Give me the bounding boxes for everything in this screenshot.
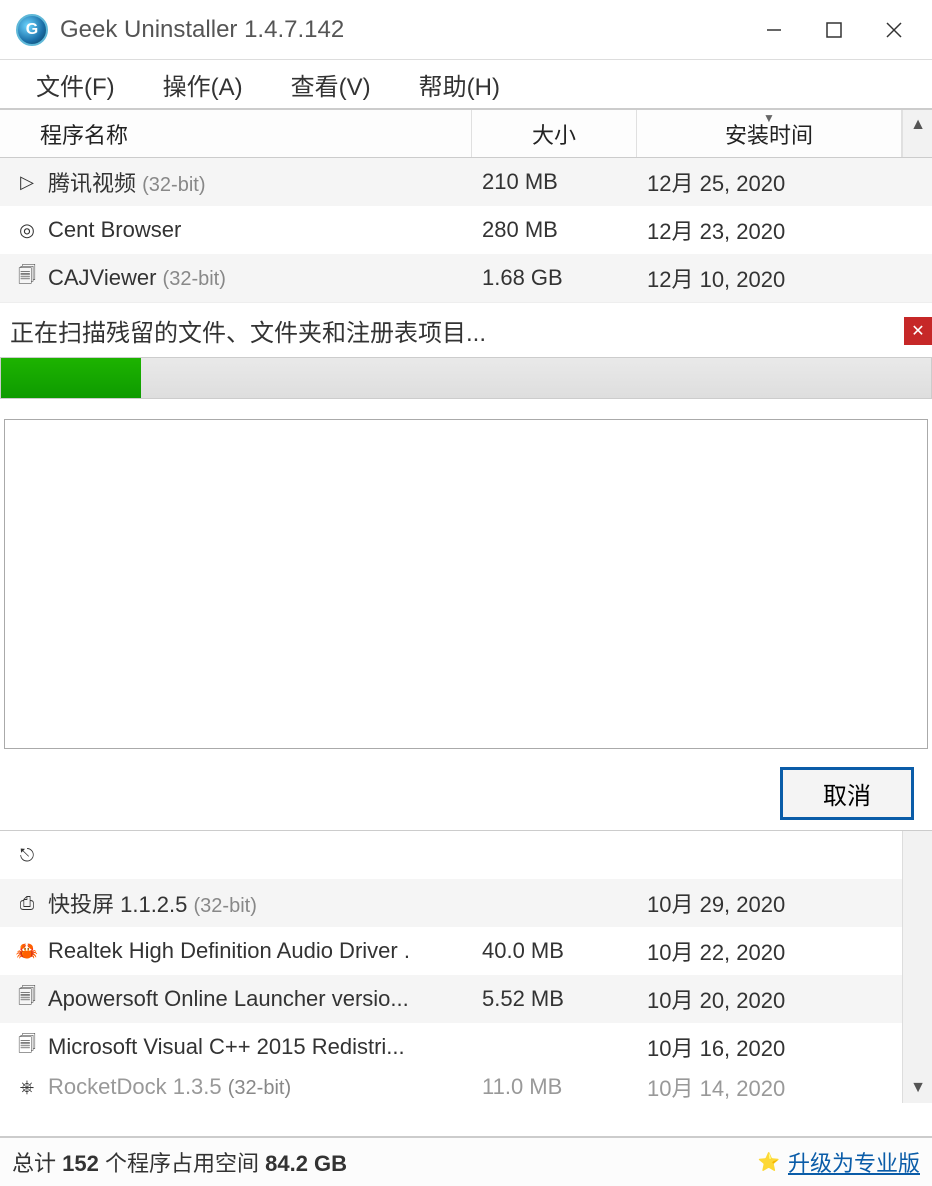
- star-icon: ⭐: [758, 1152, 780, 1173]
- realtek-icon: 🦀: [13, 937, 41, 965]
- row-name: 快投屏 1.1.2.5 (32-bit): [44, 887, 472, 919]
- window-title: Geek Uninstaller 1.4.7.142: [60, 16, 744, 44]
- row-size: 280 MB: [472, 217, 637, 243]
- msvc-icon: 🗐: [13, 1033, 41, 1061]
- row-size: 5.52 MB: [472, 986, 637, 1012]
- row-date: 12月 10, 2020: [637, 262, 902, 294]
- table-row[interactable]: ⎋: [0, 831, 932, 879]
- cast-icon: ⎙: [13, 889, 41, 917]
- program-list-bottom: ⎋ ⎙快投屏 1.1.2.5 (32-bit) 10月 29, 2020 🦀Realt…: [0, 830, 932, 1103]
- row-icon-cell: ⎙: [0, 889, 44, 917]
- progress-bar: [0, 357, 932, 399]
- cent-icon: ◎: [13, 216, 41, 244]
- cancel-button[interactable]: 取消: [780, 767, 914, 820]
- col-header-name[interactable]: 程序名称: [0, 110, 472, 157]
- scroll-up-icon: ▲: [903, 110, 932, 140]
- table-row[interactable]: ⎙快投屏 1.1.2.5 (32-bit) 10月 29, 2020: [0, 879, 932, 927]
- row-name: Realtek High Definition Audio Driver .: [44, 938, 472, 964]
- app-icon: G: [16, 14, 48, 46]
- row-icon-cell: 🗐: [0, 985, 44, 1013]
- table-row[interactable]: ▷腾讯视频 (32-bit)210 MB12月 25, 2020: [0, 158, 932, 206]
- row-date: 12月 23, 2020: [637, 214, 902, 246]
- table-row[interactable]: ◎Cent Browser280 MB12月 23, 2020: [0, 206, 932, 254]
- maximize-icon: [825, 21, 843, 39]
- program-list-top: ▷腾讯视频 (32-bit)210 MB12月 25, 2020◎Cent Br…: [0, 158, 932, 302]
- row-name: 腾讯视频 (32-bit): [44, 166, 472, 198]
- progress-fill: [1, 358, 141, 398]
- row-size: 1.68 GB: [472, 265, 637, 291]
- upgrade-link[interactable]: 升级为专业版: [788, 1146, 920, 1178]
- table-row[interactable]: 🦀Realtek High Definition Audio Driver .4…: [0, 927, 932, 975]
- row-size: 40.0 MB: [472, 938, 637, 964]
- row-icon-cell: 🗐: [0, 264, 44, 292]
- row-date: 10月 16, 2020: [637, 1031, 902, 1063]
- minimize-button[interactable]: [744, 6, 804, 54]
- close-button[interactable]: [864, 6, 924, 54]
- play-icon: ▷: [13, 168, 41, 196]
- scan-status-row: 正在扫描残留的文件、文件夹和注册表项目... ✕: [0, 303, 932, 357]
- row-date: 12月 25, 2020: [637, 166, 902, 198]
- row-name: RocketDock 1.3.5 (32-bit): [44, 1074, 472, 1100]
- row-size: 210 MB: [472, 169, 637, 195]
- minimize-icon: [765, 21, 783, 39]
- window-controls: [744, 6, 924, 54]
- status-summary: 总计 152 个程序占用空间 84.2 GB: [12, 1146, 347, 1178]
- statusbar: 总计 152 个程序占用空间 84.2 GB ⭐ 升级为专业版: [0, 1136, 932, 1186]
- row-icon-cell: ▷: [0, 168, 44, 196]
- maximize-button[interactable]: [804, 6, 864, 54]
- row-name: Microsoft Visual C++ 2015 Redistri...: [44, 1034, 472, 1060]
- row-name: Cent Browser: [44, 217, 472, 243]
- table-row[interactable]: 🗐Microsoft Visual C++ 2015 Redistri... 10…: [0, 1023, 932, 1071]
- row-icon-cell: ⎋: [0, 841, 44, 869]
- scrollbar-top-arrow[interactable]: ▲: [902, 110, 932, 157]
- dialog-close-button[interactable]: ✕: [904, 317, 932, 345]
- table-row[interactable]: 🗐CAJViewer (32-bit)1.68 GB12月 10, 2020: [0, 254, 932, 302]
- row-name: CAJViewer (32-bit): [44, 265, 472, 291]
- rocket-icon: ⎈: [13, 1073, 41, 1101]
- column-headers: 程序名称 大小 ▼ 安装时间 ▲: [0, 110, 932, 158]
- scan-status-text: 正在扫描残留的文件、文件夹和注册表项目...: [10, 313, 922, 348]
- row-icon-cell: 🦀: [0, 937, 44, 965]
- scan-dialog: 正在扫描残留的文件、文件夹和注册表项目... ✕ 取消: [0, 302, 932, 830]
- sort-indicator-icon: ▼: [763, 111, 775, 125]
- row-icon-cell: 🗐: [0, 1033, 44, 1061]
- row-size: 11.0 MB: [472, 1074, 637, 1100]
- menu-view[interactable]: 查看(V): [267, 59, 395, 110]
- titlebar: G Geek Uninstaller 1.4.7.142: [0, 0, 932, 60]
- col-header-date[interactable]: ▼ 安装时间: [637, 110, 902, 157]
- apower-icon: 🗐: [13, 985, 41, 1013]
- row-date: 10月 20, 2020: [637, 983, 902, 1015]
- scrollbar[interactable]: ▼: [902, 831, 932, 1103]
- table-row[interactable]: 🗐Apowersoft Online Launcher versio...5.5…: [0, 975, 932, 1023]
- menu-help[interactable]: 帮助(H): [395, 59, 524, 110]
- col-header-size[interactable]: 大小: [472, 110, 637, 157]
- row-date: 10月 22, 2020: [637, 935, 902, 967]
- menubar: 文件(F) 操作(A) 查看(V) 帮助(H): [0, 60, 932, 110]
- row-date: 10月 14, 2020: [637, 1071, 902, 1103]
- row-name: Apowersoft Online Launcher versio...: [44, 986, 472, 1012]
- close-icon: ✕: [911, 321, 924, 341]
- row-icon-cell: ⎈: [0, 1073, 44, 1101]
- menu-file[interactable]: 文件(F): [12, 59, 139, 110]
- dialog-button-row: 取消: [0, 759, 932, 830]
- caj-icon: 🗐: [13, 264, 41, 292]
- row-icon-cell: ◎: [0, 216, 44, 244]
- scroll-down-icon: ▼: [903, 1073, 932, 1103]
- table-row[interactable]: ⎈RocketDock 1.3.5 (32-bit)11.0 MB10月 14,…: [0, 1071, 932, 1103]
- row-date: 10月 29, 2020: [637, 887, 902, 919]
- menu-action[interactable]: 操作(A): [139, 59, 267, 110]
- generic-icon: ⎋: [13, 841, 41, 869]
- scan-results-box: [4, 419, 928, 749]
- close-icon: [885, 21, 903, 39]
